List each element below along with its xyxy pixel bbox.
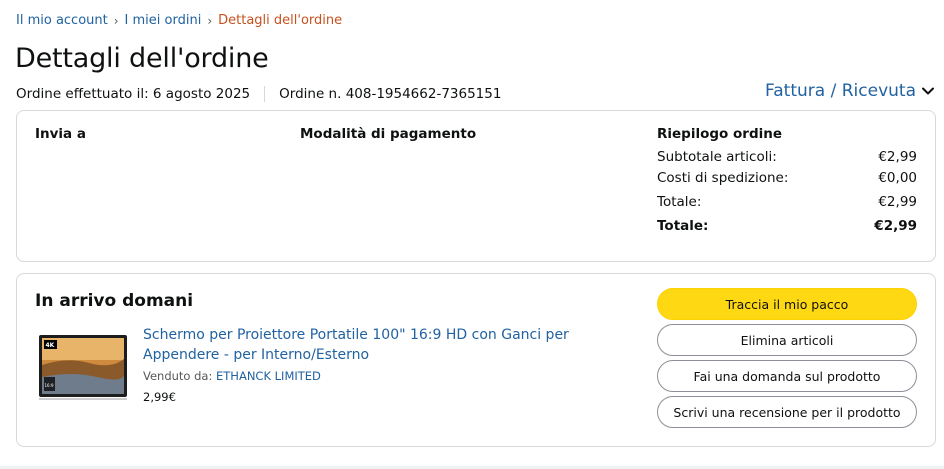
summary-label: Totale:	[657, 218, 709, 234]
invoice-label: Fattura / Ricevuta	[765, 81, 916, 101]
summary-value: €2,99	[878, 194, 917, 210]
breadcrumb-orders-link[interactable]: I miei ordini	[125, 13, 202, 28]
summary-row-shipping: Costi di spedizione: €0,00	[657, 170, 917, 186]
summary-value: €2,99	[878, 149, 917, 165]
ask-question-button[interactable]: Fai una domanda sul prodotto	[657, 360, 917, 392]
meta-divider	[264, 86, 266, 102]
shipment-status: In arrivo domani	[35, 291, 194, 311]
summary-row-grand-total: Totale: €2,99	[657, 218, 917, 234]
product-badge-ratio: 16:9	[45, 383, 54, 388]
breadcrumb-separator: ›	[207, 13, 213, 28]
ship-to-heading: Invia a	[35, 126, 86, 142]
product-price: 2,99€	[143, 390, 176, 404]
product-title-link[interactable]: Schermo per Proiettore Portatile 100" 16…	[143, 325, 643, 365]
order-summary-heading: Riepilogo ordine	[657, 126, 783, 142]
payment-method-heading: Modalità di pagamento	[300, 126, 477, 142]
summary-value: €2,99	[874, 218, 917, 234]
summary-label: Totale:	[657, 194, 702, 210]
breadcrumb-separator: ›	[113, 13, 119, 28]
chevron-down-icon	[922, 87, 934, 95]
order-meta: Ordine effettuato il: 6 agosto 2025 Ordi…	[16, 86, 501, 102]
order-date: Ordine effettuato il: 6 agosto 2025	[16, 86, 251, 102]
remove-items-button[interactable]: Elimina articoli	[657, 324, 917, 356]
summary-label: Costi di spedizione:	[657, 170, 789, 186]
order-number: Ordine n. 408-1954662-7365151	[279, 86, 502, 102]
product-image[interactable]: 4K 16:9	[37, 333, 129, 406]
breadcrumb-account-link[interactable]: Il mio account	[16, 13, 108, 28]
summary-label: Subtotale articoli:	[657, 149, 777, 165]
invoice-dropdown[interactable]: Fattura / Ricevuta	[765, 81, 934, 101]
summary-row-total: Totale: €2,99	[657, 194, 917, 210]
shipment-box: In arrivo domani 4K 16:9 Schermo per Pro…	[16, 273, 936, 447]
summary-row-subtotal: Subtotale articoli: €2,99	[657, 149, 917, 165]
breadcrumb-current: Dettagli dell'ordine	[218, 13, 343, 28]
sold-by: Venduto da: ETHANCK LIMITED	[143, 369, 321, 383]
product-badge-4k: 4K	[46, 342, 55, 349]
page-title: Dettagli dell'ordine	[15, 43, 269, 74]
summary-value: €0,00	[878, 170, 917, 186]
track-package-button[interactable]: Traccia il mio pacco	[657, 288, 917, 320]
seller-link[interactable]: ETHANCK LIMITED	[216, 369, 321, 383]
order-summary-box: Invia a Modalità di pagamento Riepilogo …	[16, 110, 936, 262]
breadcrumb: Il mio account › I miei ordini › Dettagl…	[16, 13, 342, 28]
sold-by-label: Venduto da:	[143, 369, 213, 383]
write-review-button[interactable]: Scrivi una recensione per il prodotto	[657, 396, 917, 428]
